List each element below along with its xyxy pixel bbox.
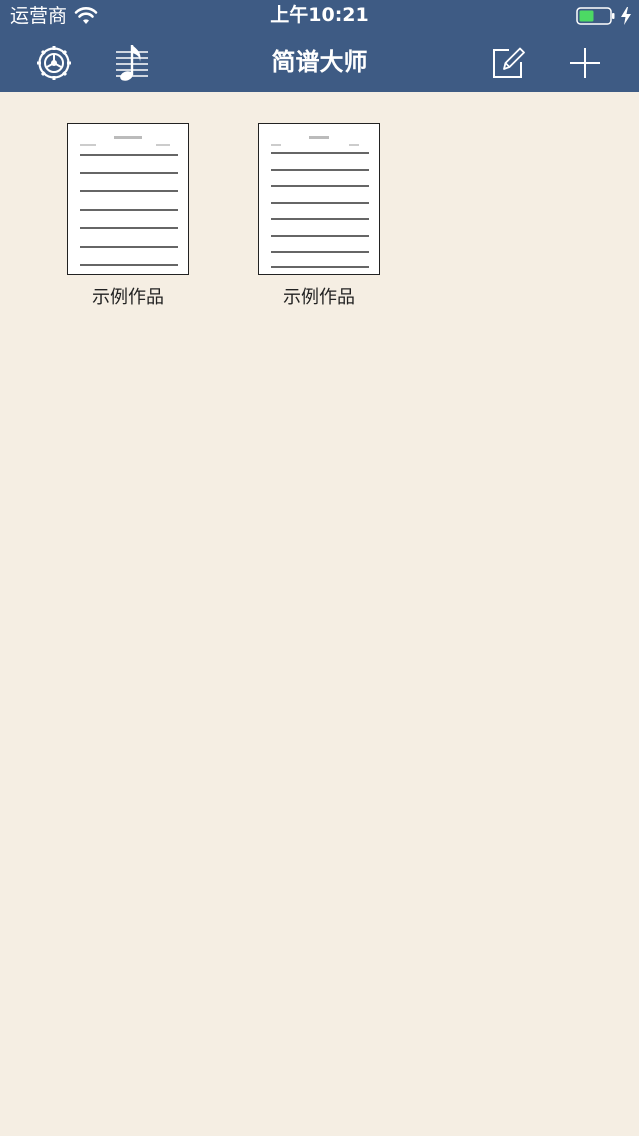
document-thumbnail [258, 123, 380, 275]
navigation-bar: 简谱大师 [0, 32, 639, 92]
document-title: 示例作品 [92, 287, 164, 308]
score-thumbnail-image [80, 136, 178, 266]
add-button[interactable] [568, 46, 602, 80]
battery-icon [576, 7, 615, 25]
plus-icon [570, 48, 600, 78]
charging-bolt-icon [621, 7, 631, 25]
page-title: 简谱大师 [271, 48, 368, 76]
edit-button[interactable] [491, 46, 525, 80]
document-thumbnail [67, 123, 189, 275]
clock-time: 上午10:21 [270, 4, 369, 26]
edit-icon [493, 47, 525, 78]
status-bar: 运营商 上午10:21 [0, 0, 639, 32]
score-thumbnail-image [271, 136, 369, 268]
document-title: 示例作品 [283, 287, 355, 308]
top-bar: 运营商 上午10:21 简谱大师 [0, 0, 639, 92]
